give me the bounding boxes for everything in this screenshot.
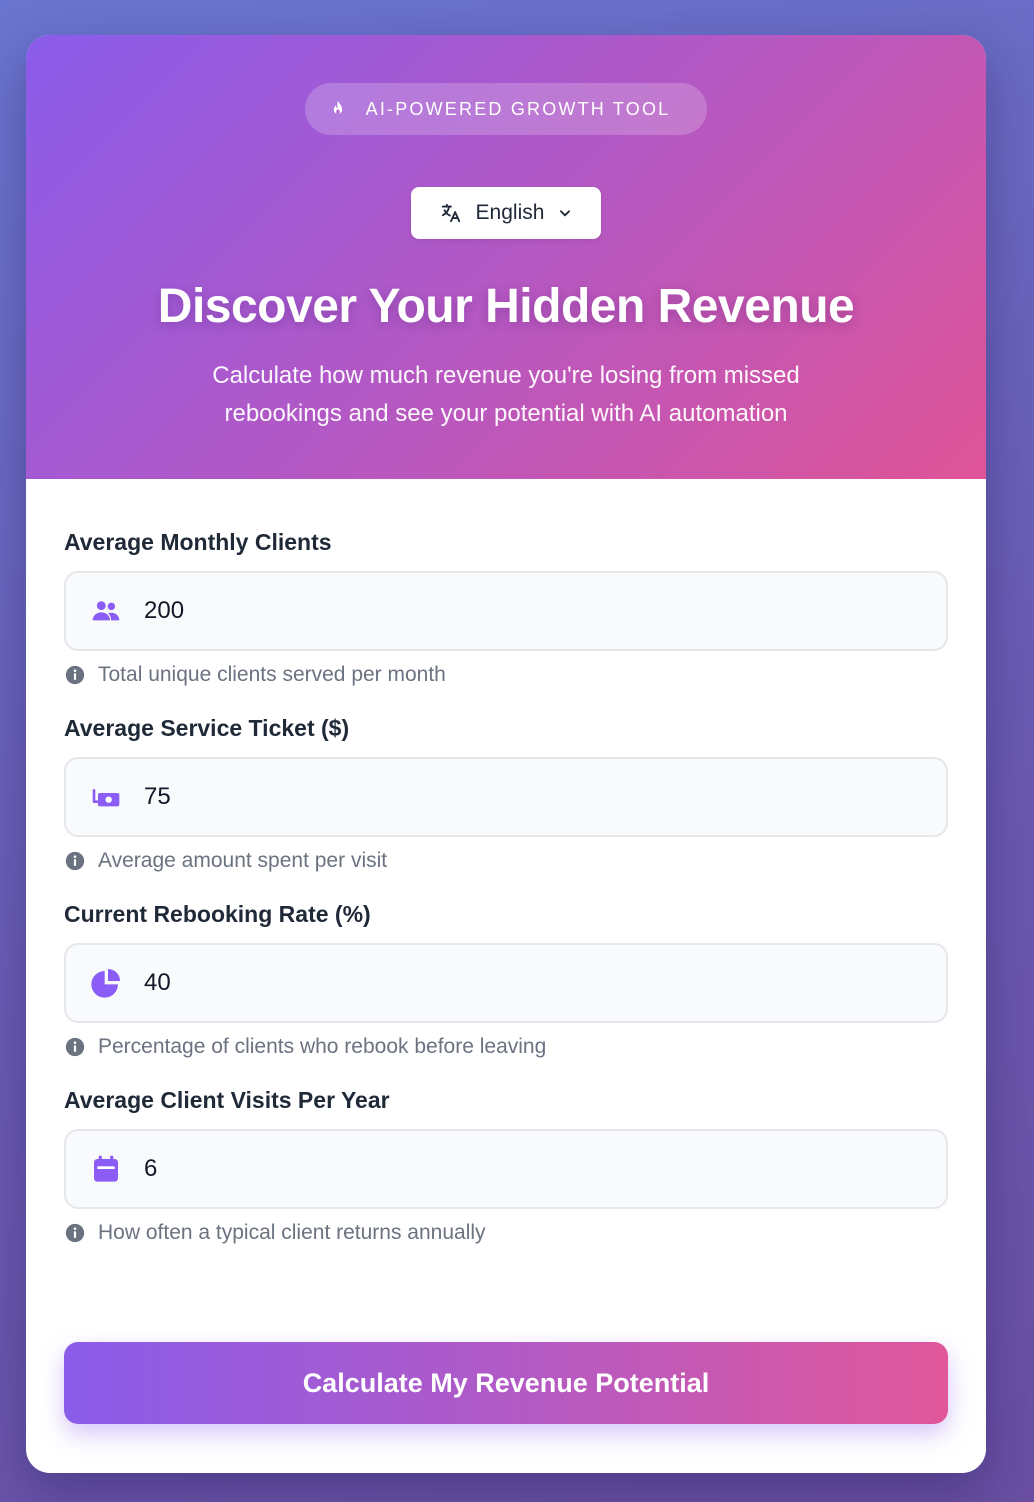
calendar-icon: [94, 1155, 118, 1182]
page-subtitle: Calculate how much revenue you're losing…: [212, 362, 800, 427]
translate-icon: [441, 203, 460, 223]
field-label: Current Rebooking Rate (%): [64, 901, 371, 927]
hint-text: Percentage of clients who rebook before …: [98, 1035, 547, 1058]
hint-text: Total unique clients served per month: [98, 663, 446, 686]
field-hint: Average amount spent per visit: [64, 847, 948, 875]
chevron-down-icon: [560, 210, 571, 217]
field-hint: Percentage of clients who rebook before …: [64, 1033, 948, 1061]
hint-text: Average amount spent per visit: [98, 849, 388, 872]
field-label: Average Client Visits Per Year: [64, 1087, 390, 1113]
language-label: English: [475, 201, 545, 224]
info-icon: [65, 665, 85, 685]
field-label: Average Service Ticket ($): [64, 715, 350, 741]
language-select[interactable]: English: [411, 187, 601, 239]
service-ticket-input-box[interactable]: [64, 757, 948, 837]
hint-text: How often a typical client returns annua…: [98, 1221, 486, 1244]
field-visits-per-year: Average Client Visits Per Year How often…: [64, 1087, 948, 1247]
field-service-ticket: Average Service Ticket ($) Average amoun…: [64, 715, 948, 875]
field-hint: How often a typical client returns annua…: [64, 1219, 948, 1247]
page-title: Discover Your Hidden Revenue: [157, 280, 855, 333]
info-icon: [65, 851, 85, 871]
money-icon: [92, 789, 120, 807]
field-monthly-clients: Average Monthly Clients Total unique cli…: [64, 529, 948, 689]
info-icon: [65, 1223, 85, 1243]
monthly-clients-input[interactable]: [144, 597, 844, 625]
visits-per-year-input[interactable]: [144, 1155, 844, 1183]
rebooking-rate-input[interactable]: [144, 969, 844, 997]
calculator-form: Average Monthly Clients Total unique cli…: [26, 479, 986, 1247]
calculate-button[interactable]: Calculate My Revenue Potential: [64, 1342, 948, 1424]
field-hint: Total unique clients served per month: [64, 661, 948, 689]
badge-text: AI-POWERED GROWTH TOOL: [365, 98, 671, 119]
pie-chart-icon: [91, 969, 120, 998]
rebooking-rate-input-box[interactable]: [64, 943, 948, 1023]
hero-header: AI-POWERED GROWTH TOOL English Discover …: [26, 35, 986, 479]
field-label: Average Monthly Clients: [64, 529, 332, 555]
service-ticket-input[interactable]: [144, 783, 844, 811]
growth-tool-badge: AI-POWERED GROWTH TOOL: [305, 83, 707, 135]
flame-icon: [333, 100, 342, 115]
calculator-card: AI-POWERED GROWTH TOOL English Discover …: [26, 35, 986, 1473]
info-icon: [65, 1037, 85, 1057]
users-icon: [92, 601, 120, 621]
visits-per-year-input-box[interactable]: [64, 1129, 948, 1209]
monthly-clients-input-box[interactable]: [64, 571, 948, 651]
field-rebooking-rate: Current Rebooking Rate (%) Percentage of…: [64, 901, 948, 1061]
